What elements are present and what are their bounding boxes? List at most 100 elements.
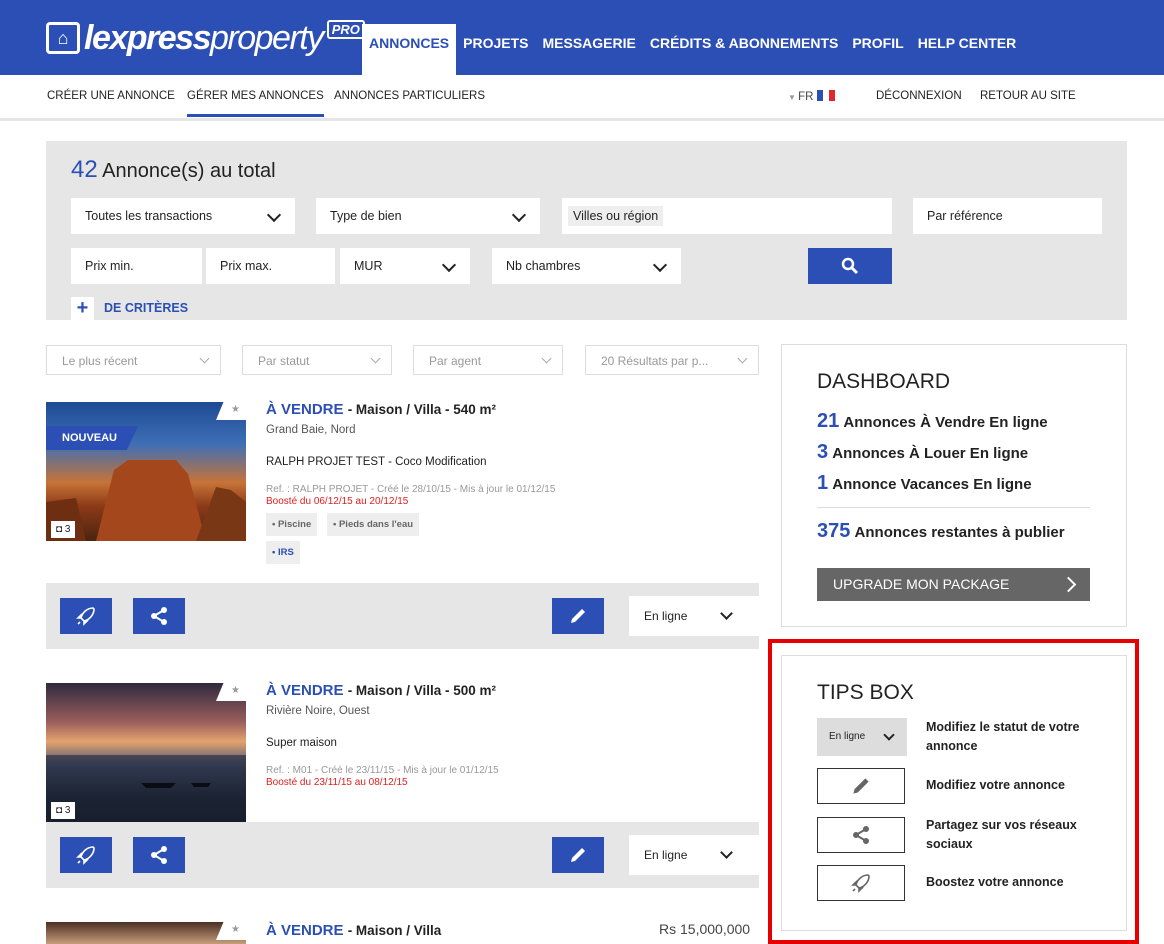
nav-messagerie[interactable]: MESSAGERIE	[535, 24, 642, 75]
listing-photo[interactable]	[46, 402, 246, 541]
subnav-manage[interactable]: GÉRER MES ANNONCES	[187, 90, 324, 117]
bedrooms-select[interactable]: Nb chambres	[492, 248, 681, 284]
nav-profil[interactable]: PROFIL	[845, 24, 910, 75]
property-type-select[interactable]: Type de bien	[316, 198, 540, 234]
listing-title[interactable]: À VENDRE - Maison / Villa - 500 m²	[266, 682, 496, 699]
photo-count: ◘ 3	[51, 802, 76, 819]
price-min-input[interactable]: Prix min.	[71, 248, 202, 284]
house-icon: ⌂	[46, 22, 80, 54]
new-badge: NOUVEAU	[46, 426, 138, 450]
share-button[interactable]	[133, 837, 185, 873]
france-flag-icon	[817, 90, 836, 101]
listing-price: Rs 15,000,000	[659, 921, 751, 937]
chevron-down-icon	[441, 257, 457, 273]
logo-text: lexpressproperty	[84, 19, 324, 57]
listing-boost-dates: Boosté du 23/11/15 au 08/12/15	[266, 777, 408, 788]
dashboard-vacation-count[interactable]: 1 Annonce Vacances En ligne	[817, 472, 1032, 495]
chevron-down-icon	[737, 353, 748, 364]
tag-waterfront: • Pieds dans l'eau	[327, 513, 420, 536]
edit-button[interactable]	[552, 837, 604, 873]
chevron-down-icon	[511, 207, 527, 223]
tag-irs: • IRS	[266, 541, 300, 564]
listing-description: RALPH PROJET TEST - Coco Modification	[266, 456, 487, 468]
desert-image	[46, 460, 246, 541]
dashboard-sale-count[interactable]: 21 Annonces À Vendre En ligne	[817, 410, 1048, 433]
tip-status-sample: En ligne	[817, 718, 907, 756]
chevron-down-icon	[541, 353, 552, 364]
tip-share-icon-box	[817, 817, 905, 853]
boost-button[interactable]	[60, 598, 112, 634]
nav-annonces[interactable]: ANNONCES	[362, 24, 457, 75]
rocket-icon	[76, 846, 95, 865]
logout-link[interactable]: DÉCONNEXION	[876, 90, 962, 102]
listing-title[interactable]: À VENDRE - Maison / Villa - 540 m²	[266, 401, 496, 418]
tips-title: TIPS BOX	[817, 681, 914, 704]
photo-count: ◘ 3	[51, 521, 76, 538]
chevron-down-icon	[883, 729, 895, 741]
search-button[interactable]	[808, 248, 892, 284]
dashboard-divider	[817, 507, 1090, 508]
share-icon	[151, 846, 167, 864]
agent-filter[interactable]: Par agent	[413, 345, 563, 375]
listing-boost-dates: Boosté du 06/12/15 au 20/12/15	[266, 496, 409, 507]
language-label: FR	[798, 91, 814, 103]
subnav-private[interactable]: ANNONCES PARTICULIERS	[334, 90, 485, 102]
rocket-icon	[76, 607, 95, 626]
listing-photo[interactable]	[46, 922, 246, 944]
results-per-page-filter[interactable]: 20 Résultats par p...	[585, 345, 759, 375]
pencil-icon	[571, 848, 585, 862]
chevron-down-icon	[370, 353, 381, 364]
search-icon	[841, 257, 859, 275]
city-input[interactable]: Villes ou région	[562, 198, 892, 234]
logo-pro-badge: PRO	[326, 20, 365, 39]
currency-select[interactable]: MUR	[340, 248, 470, 284]
chevron-right-icon	[1060, 576, 1077, 593]
share-icon	[151, 607, 167, 625]
back-to-site-link[interactable]: RETOUR AU SITE	[980, 90, 1076, 102]
sunset-image	[46, 755, 246, 822]
main-nav: ANNONCES PROJETS MESSAGERIE CRÉDITS & AB…	[362, 24, 1023, 75]
nav-credits[interactable]: CRÉDITS & ABONNEMENTS	[643, 24, 846, 75]
reference-input[interactable]: Par référence	[913, 198, 1102, 234]
listing-photo[interactable]	[46, 683, 246, 822]
pencil-icon	[571, 609, 585, 623]
transactions-select[interactable]: Toutes les transactions	[71, 198, 295, 234]
tip-boost-icon-box	[817, 865, 905, 901]
upgrade-package-button[interactable]: UPGRADE MON PACKAGE	[817, 568, 1090, 601]
logo[interactable]: ⌂ lexpressproperty PRO	[46, 18, 365, 58]
tip-edit-text: Modifiez votre annonce	[926, 778, 1065, 792]
tip-boost-text: Boostez votre annonce	[926, 875, 1064, 889]
chevron-down-icon	[199, 353, 210, 364]
listing-ref: Ref. : RALPH PROJET - Créé le 28/10/15 -…	[266, 484, 556, 495]
language-selector[interactable]: ▼ FR	[788, 90, 836, 103]
more-criteria-link[interactable]: DE CRITÈRES	[104, 301, 188, 315]
chevron-down-icon	[266, 207, 282, 223]
listing-ref: Ref. : M01 - Créé le 23/11/15 - Mis à jo…	[266, 765, 499, 776]
more-criteria-plus[interactable]: +	[71, 297, 94, 320]
chevron-down-icon	[652, 257, 668, 273]
listing-title[interactable]: À VENDRE - Maison / Villa	[266, 922, 441, 939]
nav-help[interactable]: HELP CENTER	[911, 24, 1024, 75]
boost-button[interactable]	[60, 837, 112, 873]
sort-filter[interactable]: Le plus récent	[46, 345, 221, 375]
dashboard-title: DASHBOARD	[817, 370, 951, 393]
nav-projets[interactable]: PROJETS	[456, 24, 535, 75]
total-count: 42 Annonce(s) au total	[71, 156, 276, 183]
pencil-icon	[853, 778, 869, 794]
tag-pool: • Piscine	[266, 513, 318, 536]
tip-status-text: Modifiez le statut de votre annonce	[926, 720, 1080, 753]
dashboard-rent-count[interactable]: 3 Annonces À Louer En ligne	[817, 441, 1028, 464]
dashboard-remaining-count: 375 Annonces restantes à publier	[817, 520, 1065, 542]
subnav-create[interactable]: CRÉER UNE ANNONCE	[47, 90, 175, 102]
status-select[interactable]: En ligne	[629, 835, 759, 875]
share-button[interactable]	[133, 598, 185, 634]
listing-location: Rivière Noire, Ouest	[266, 705, 370, 717]
chevron-down-icon	[720, 607, 733, 620]
listing-description: Super maison	[266, 737, 337, 749]
price-max-input[interactable]: Prix max.	[206, 248, 335, 284]
share-icon	[853, 826, 869, 844]
edit-button[interactable]	[552, 598, 604, 634]
status-select[interactable]: En ligne	[629, 596, 759, 636]
tip-edit-icon-box	[817, 768, 905, 804]
status-filter[interactable]: Par statut	[242, 345, 392, 375]
